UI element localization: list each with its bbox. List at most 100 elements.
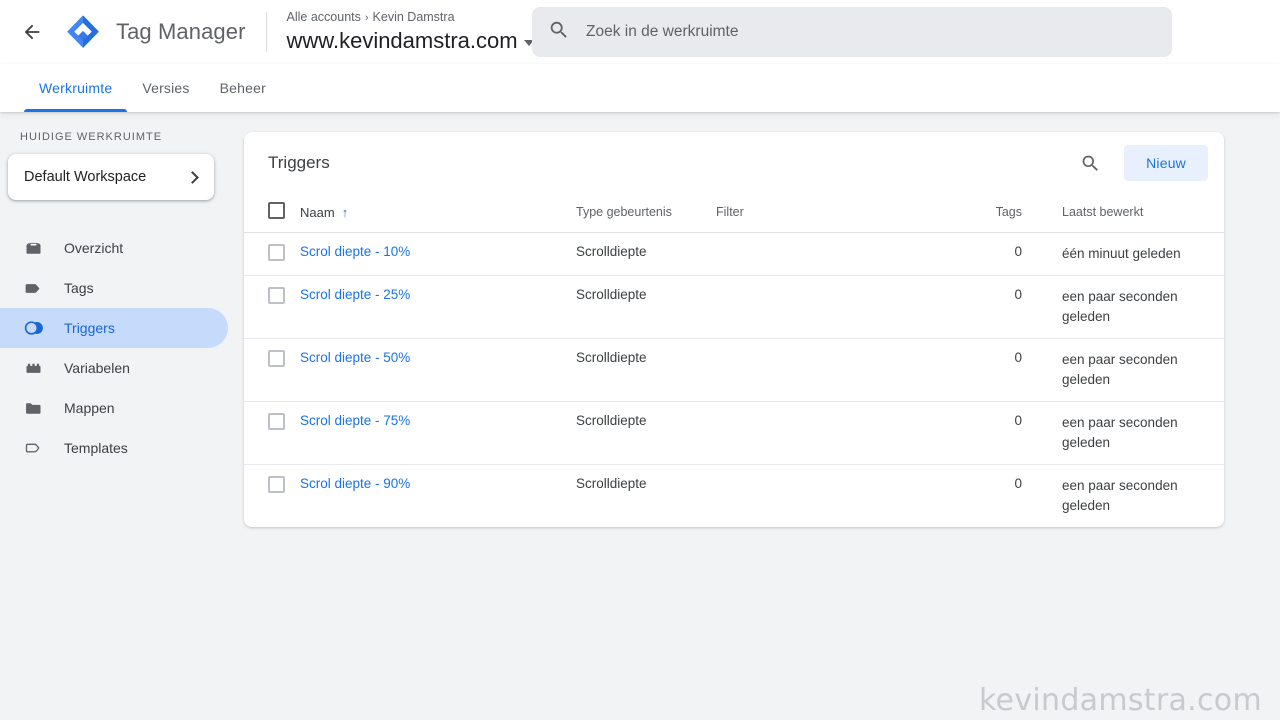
row-checkbox[interactable] bbox=[268, 476, 285, 493]
row-type-cell: Scrolldiepte bbox=[576, 476, 647, 491]
sidebar-item-label: Triggers bbox=[64, 320, 115, 336]
row-name-cell: Scrol diepte - 90% bbox=[300, 465, 576, 528]
column-header-tags[interactable]: Tags bbox=[984, 194, 1022, 233]
global-search[interactable] bbox=[532, 7, 1172, 57]
sidebar-item-label: Variabelen bbox=[64, 360, 130, 376]
row-checkbox[interactable] bbox=[268, 287, 285, 304]
column-header-last-edited[interactable]: Laatst bewerkt bbox=[1022, 194, 1224, 233]
card-header: Triggers Nieuw bbox=[244, 132, 1224, 194]
row-select-cell bbox=[244, 338, 300, 402]
table-row[interactable]: Scrol diepte - 10% Scrolldiepte 0 één mi… bbox=[244, 232, 1224, 276]
product-name: Tag Manager bbox=[116, 19, 246, 44]
page-title: Triggers bbox=[268, 153, 330, 172]
folder-icon bbox=[22, 397, 44, 419]
triggers-card: Triggers Nieuw Naam ↑ Type gebeurtenis F… bbox=[244, 132, 1224, 527]
sidebar-item-tags[interactable]: Tags bbox=[0, 268, 228, 308]
select-all-checkbox[interactable] bbox=[268, 202, 285, 219]
row-tags-cell: 0 bbox=[984, 232, 1022, 276]
row-tags-cell: 0 bbox=[984, 401, 1022, 465]
row-filter-cell bbox=[716, 232, 984, 276]
triggers-table: Naam ↑ Type gebeurtenis Filter Tags Laat… bbox=[244, 194, 1224, 527]
sidebar-item-label: Mappen bbox=[64, 400, 115, 416]
column-header-type[interactable]: Type gebeurtenis bbox=[576, 194, 716, 233]
tab-label: Versies bbox=[142, 80, 190, 96]
tab-label: Werkruimte bbox=[39, 80, 113, 96]
breadcrumb-account[interactable]: Kevin Damstra bbox=[373, 10, 455, 24]
tab-versies[interactable]: Versies bbox=[127, 64, 204, 112]
trigger-link[interactable]: Scrol diepte - 75% bbox=[300, 413, 410, 428]
tab-werkruimte[interactable]: Werkruimte bbox=[24, 64, 128, 112]
arrow-left-icon bbox=[21, 21, 43, 43]
search-icon[interactable] bbox=[1070, 143, 1110, 183]
sidebar: HUIDIGE WERKRUIMTE Default Workspace Ove… bbox=[0, 112, 228, 720]
tab-label: Beheer bbox=[219, 80, 266, 96]
row-checkbox[interactable] bbox=[268, 350, 285, 367]
primary-tabs: Werkruimte Versies Beheer bbox=[0, 64, 1280, 112]
row-last-edited-cell: één minuut geleden bbox=[1022, 232, 1224, 276]
table-row[interactable]: Scrol diepte - 90% Scrolldiepte 0 een pa… bbox=[244, 465, 1224, 528]
row-select-cell bbox=[244, 465, 300, 528]
row-type-cell: Scrolldiepte bbox=[576, 401, 716, 465]
table-row[interactable]: Scrol diepte - 25% Scrolldiepte 0 een pa… bbox=[244, 275, 1224, 339]
table-row[interactable]: Scrol diepte - 50% Scrolldiepte 0 een pa… bbox=[244, 338, 1224, 402]
row-tags-cell: 0 bbox=[1014, 476, 1022, 491]
row-name-cell: Scrol diepte - 10% bbox=[300, 232, 576, 276]
row-select-cell bbox=[244, 275, 300, 339]
sidebar-item-overzicht[interactable]: Overzicht bbox=[0, 228, 228, 268]
sidebar-item-triggers[interactable]: Triggers bbox=[0, 308, 228, 348]
sidebar-item-templates[interactable]: Templates bbox=[0, 428, 228, 468]
row-checkbox[interactable] bbox=[268, 244, 285, 261]
column-label-name: Naam bbox=[300, 204, 335, 220]
row-last-edited-cell: een paar seconden geleden bbox=[1062, 478, 1178, 513]
row-filter-cell bbox=[716, 275, 984, 339]
sidebar-item-mappen[interactable]: Mappen bbox=[0, 388, 228, 428]
row-filter-cell bbox=[716, 401, 984, 465]
workspace-selector[interactable]: Default Workspace bbox=[8, 154, 214, 200]
search-icon bbox=[548, 19, 570, 46]
brand-block[interactable]: Tag Manager bbox=[64, 12, 266, 52]
trigger-link[interactable]: Scrol diepte - 10% bbox=[300, 244, 410, 259]
trigger-link[interactable]: Scrol diepte - 50% bbox=[300, 350, 410, 365]
column-header-name[interactable]: Naam ↑ bbox=[300, 194, 576, 233]
row-select-cell bbox=[244, 401, 300, 465]
row-checkbox[interactable] bbox=[268, 413, 285, 430]
template-icon bbox=[22, 437, 44, 459]
main-content: Triggers Nieuw Naam ↑ Type gebeurtenis F… bbox=[228, 112, 1280, 720]
row-last-edited-cell: een paar seconden geleden bbox=[1022, 401, 1224, 465]
back-button[interactable] bbox=[0, 0, 64, 64]
row-type-cell: Scrolldiepte bbox=[576, 338, 716, 402]
new-trigger-button[interactable]: Nieuw bbox=[1124, 145, 1208, 181]
search-input[interactable] bbox=[586, 7, 1156, 57]
row-tags-cell: 0 bbox=[984, 275, 1022, 339]
table-row[interactable]: Scrol diepte - 75% Scrolldiepte 0 een pa… bbox=[244, 401, 1224, 465]
row-name-cell: Scrol diepte - 75% bbox=[300, 401, 576, 465]
sidebar-item-label: Overzicht bbox=[64, 240, 124, 256]
tag-manager-logo-icon bbox=[64, 13, 102, 51]
tab-beheer[interactable]: Beheer bbox=[205, 64, 281, 112]
site-watermark: kevindamstra.com bbox=[978, 683, 1262, 718]
top-app-bar: Tag Manager Alle accounts › Kevin Damstra … bbox=[0, 0, 1280, 64]
breadcrumb-root[interactable]: Alle accounts bbox=[287, 10, 361, 24]
table-header-row: Naam ↑ Type gebeurtenis Filter Tags Laat… bbox=[244, 194, 1224, 233]
trigger-link[interactable]: Scrol diepte - 90% bbox=[300, 476, 410, 491]
variable-icon bbox=[22, 357, 44, 379]
sort-asc-icon: ↑ bbox=[341, 204, 349, 220]
column-header-filter[interactable]: Filter bbox=[716, 194, 984, 233]
row-filter-cell bbox=[716, 338, 984, 402]
trigger-link[interactable]: Scrol diepte - 25% bbox=[300, 287, 410, 302]
workspace-name: Default Workspace bbox=[24, 169, 147, 185]
overview-icon bbox=[22, 237, 44, 259]
row-filter-cell bbox=[716, 465, 984, 528]
breadcrumb-separator: › bbox=[364, 12, 369, 24]
breadcrumb: Alle accounts › Kevin Damstra bbox=[287, 9, 534, 26]
sidebar-item-label: Templates bbox=[64, 440, 128, 456]
sidebar-item-variabelen[interactable]: Variabelen bbox=[0, 348, 228, 388]
trigger-icon bbox=[22, 317, 44, 339]
sidebar-nav: Overzicht Tags Triggers Variabelen Mappe… bbox=[0, 228, 228, 468]
chevron-right-icon bbox=[186, 170, 199, 184]
account-container-selector[interactable]: Alle accounts › Kevin Damstra www.kevindam… bbox=[267, 6, 534, 58]
row-name-cell: Scrol diepte - 25% bbox=[300, 275, 576, 339]
container-name: www.kevindamstra.com bbox=[286, 28, 518, 53]
row-last-edited-cell: een paar seconden geleden bbox=[1022, 275, 1224, 339]
sidebar-section-label: HUIDIGE WERKRUIMTE bbox=[20, 131, 163, 143]
